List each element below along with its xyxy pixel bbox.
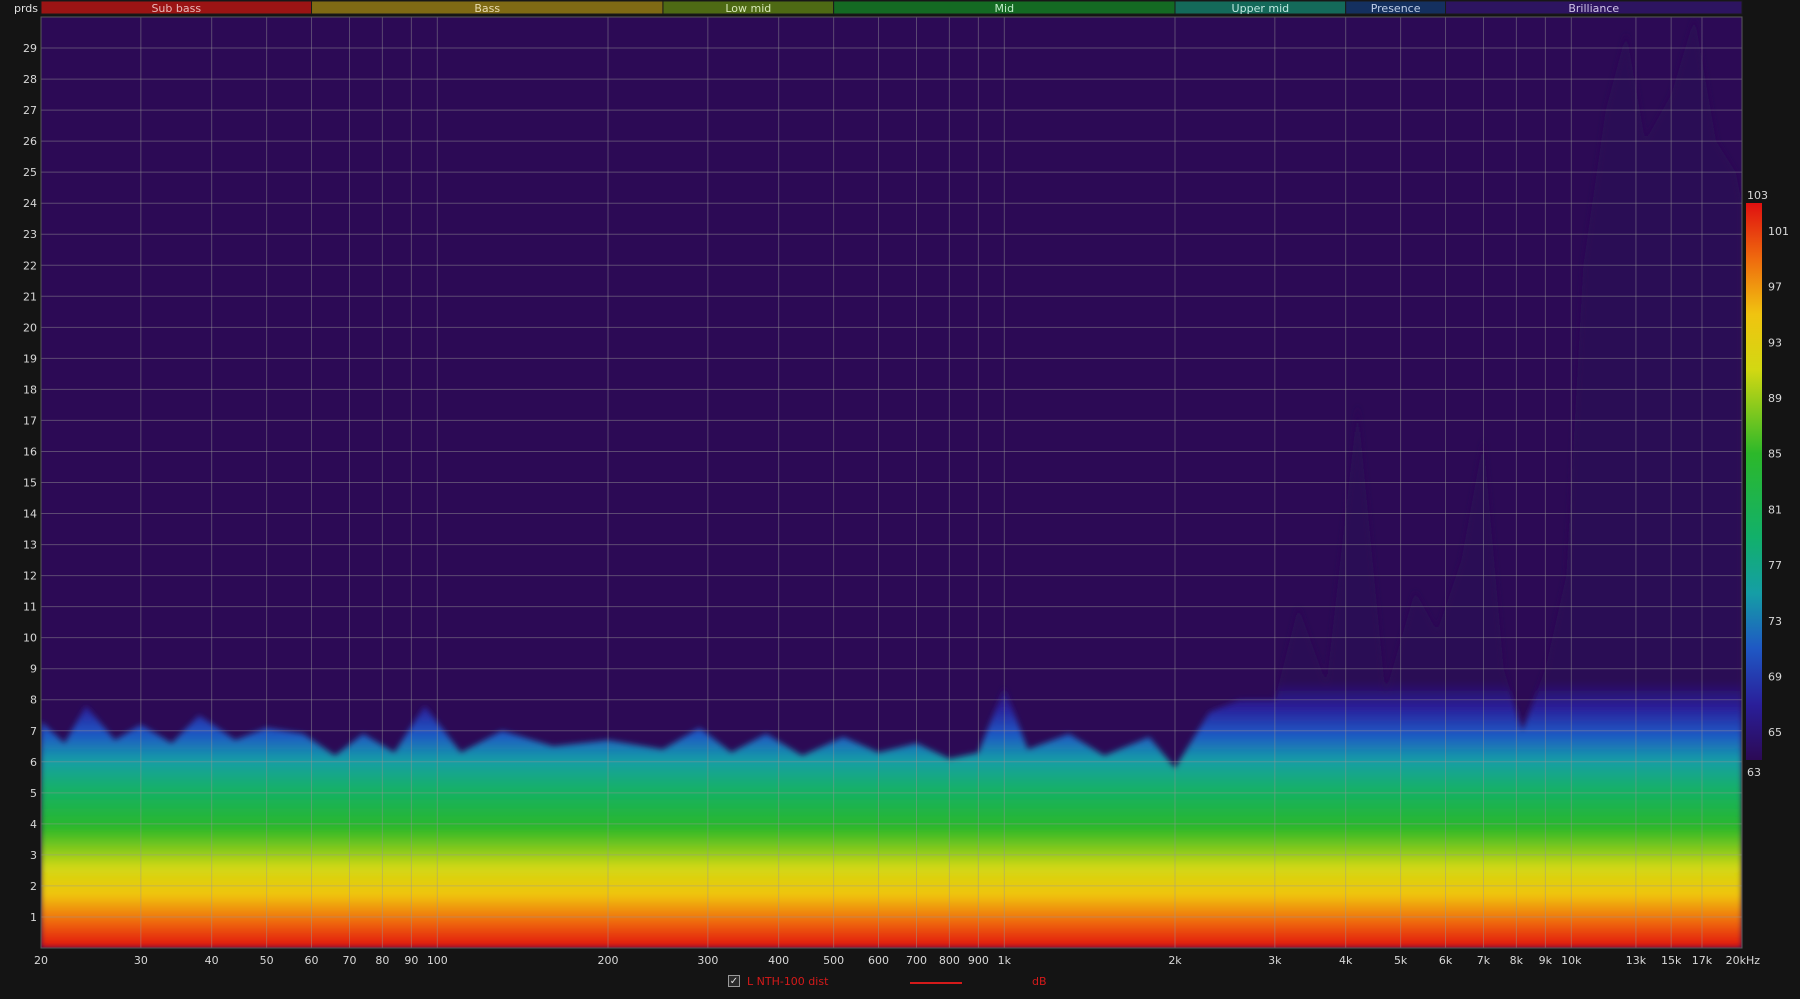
y-tick-label: 27 [23,104,37,117]
y-tick-label: 26 [23,135,37,148]
color-scale-label: 97 [1768,281,1782,294]
x-tick-label: 6k [1439,954,1453,967]
legend-series-swatch [910,982,962,984]
x-tick-label: 800 [939,954,960,967]
x-tick-label: 17k [1692,954,1713,967]
legend: ✓ L NTH-100 dist dB [0,973,1800,993]
x-tick-label: 70 [342,954,356,967]
color-scale-label: 103 [1747,189,1768,202]
color-scale-label: 85 [1768,448,1782,461]
y-axis-ticks: 1234567891011121314151617181920212223242… [23,42,37,924]
x-axis-ticks: 20 30 40 50 60 70 80 90 100 200 300 400 500 600 700 800… [34,954,1760,967]
x-tick-label: 60 [305,954,319,967]
y-tick-label: 13 [23,539,37,552]
x-tick-label: 13k [1626,954,1647,967]
x-tick-label: 5k [1394,954,1408,967]
frequency-band-bar: Sub bass Bass Low mid Mid Upper mid Presence B… [40,0,1743,15]
legend-unit: dB [1032,975,1047,988]
x-tick-label: 3k [1268,954,1282,967]
y-tick-label: 12 [23,570,37,583]
band-label: Upper mid [1232,2,1290,15]
y-tick-label: 18 [23,383,37,396]
y-tick-label: 10 [23,632,37,645]
x-tick-label: 20kHz [1726,954,1761,967]
band-label: Bass [474,2,500,15]
y-tick-label: 19 [23,352,37,365]
x-tick-label: 90 [404,954,418,967]
y-tick-label: 16 [23,445,37,458]
x-tick-label: 50 [260,954,274,967]
color-scale-bar [1746,203,1762,760]
x-tick-label: 500 [823,954,844,967]
x-tick-label: 400 [768,954,789,967]
color-scale-label: 77 [1768,559,1782,572]
x-tick-label: 8k [1510,954,1524,967]
y-tick-label: 3 [30,849,37,862]
x-tick-label: 700 [906,954,927,967]
y-tick-label: 8 [30,694,37,707]
x-tick-label: 100 [427,954,448,967]
x-tick-label: 10k [1561,954,1582,967]
y-tick-label: 4 [30,818,37,831]
x-tick-label: 9k [1539,954,1553,967]
x-tick-label: 40 [205,954,219,967]
y-tick-label: 6 [30,756,37,769]
x-tick-label: 600 [868,954,889,967]
waterfall-chart: Sub bass Bass Low mid Mid Upper mid Presence B… [23,0,1789,967]
y-axis-unit: prds [14,2,39,15]
y-tick-label: 15 [23,477,37,490]
legend-checkbox[interactable]: ✓ [728,975,740,987]
x-tick-label: 1k [998,954,1012,967]
y-tick-label: 7 [30,725,37,738]
band-label: Low mid [725,2,771,15]
y-tick-label: 5 [30,787,37,800]
y-tick-label: 23 [23,228,37,241]
y-tick-label: 14 [23,508,37,521]
y-tick-label: 17 [23,414,37,427]
x-tick-label: 20 [34,954,48,967]
x-tick-label: 4k [1339,954,1353,967]
band-label: Mid [995,2,1015,15]
band-label: Brilliance [1568,2,1619,15]
color-scale: 103 101 97 93 89 85 81 77 73 69 65 63 [1746,189,1789,779]
legend-series-name[interactable]: L NTH-100 dist [747,975,828,988]
x-tick-label: 900 [968,954,989,967]
y-tick-label: 20 [23,321,37,334]
color-scale-label: 73 [1768,615,1782,628]
color-scale-label: 101 [1768,225,1789,238]
color-scale-label: 81 [1768,503,1782,516]
y-tick-label: 9 [30,663,37,676]
color-scale-label: 69 [1768,670,1782,683]
band-label: Sub bass [151,2,201,15]
y-tick-label: 28 [23,73,37,86]
band-label: Presence [1371,2,1421,15]
y-tick-label: 22 [23,259,37,272]
y-tick-label: 1 [30,911,37,924]
y-tick-label: 21 [23,290,37,303]
color-scale-label: 89 [1768,392,1782,405]
x-tick-label: 200 [598,954,619,967]
color-scale-label: 65 [1768,726,1782,739]
x-tick-label: 80 [375,954,389,967]
y-tick-label: 25 [23,166,37,179]
x-tick-label: 15k [1661,954,1682,967]
x-tick-label: 300 [697,954,718,967]
x-tick-label: 7k [1477,954,1491,967]
y-tick-label: 29 [23,42,37,55]
color-scale-label: 63 [1747,766,1761,779]
x-tick-label: 2k [1168,954,1182,967]
y-tick-label: 11 [23,601,37,614]
y-tick-label: 24 [23,197,37,210]
y-tick-label: 2 [30,880,37,893]
color-scale-label: 93 [1768,336,1782,349]
x-tick-label: 30 [134,954,148,967]
